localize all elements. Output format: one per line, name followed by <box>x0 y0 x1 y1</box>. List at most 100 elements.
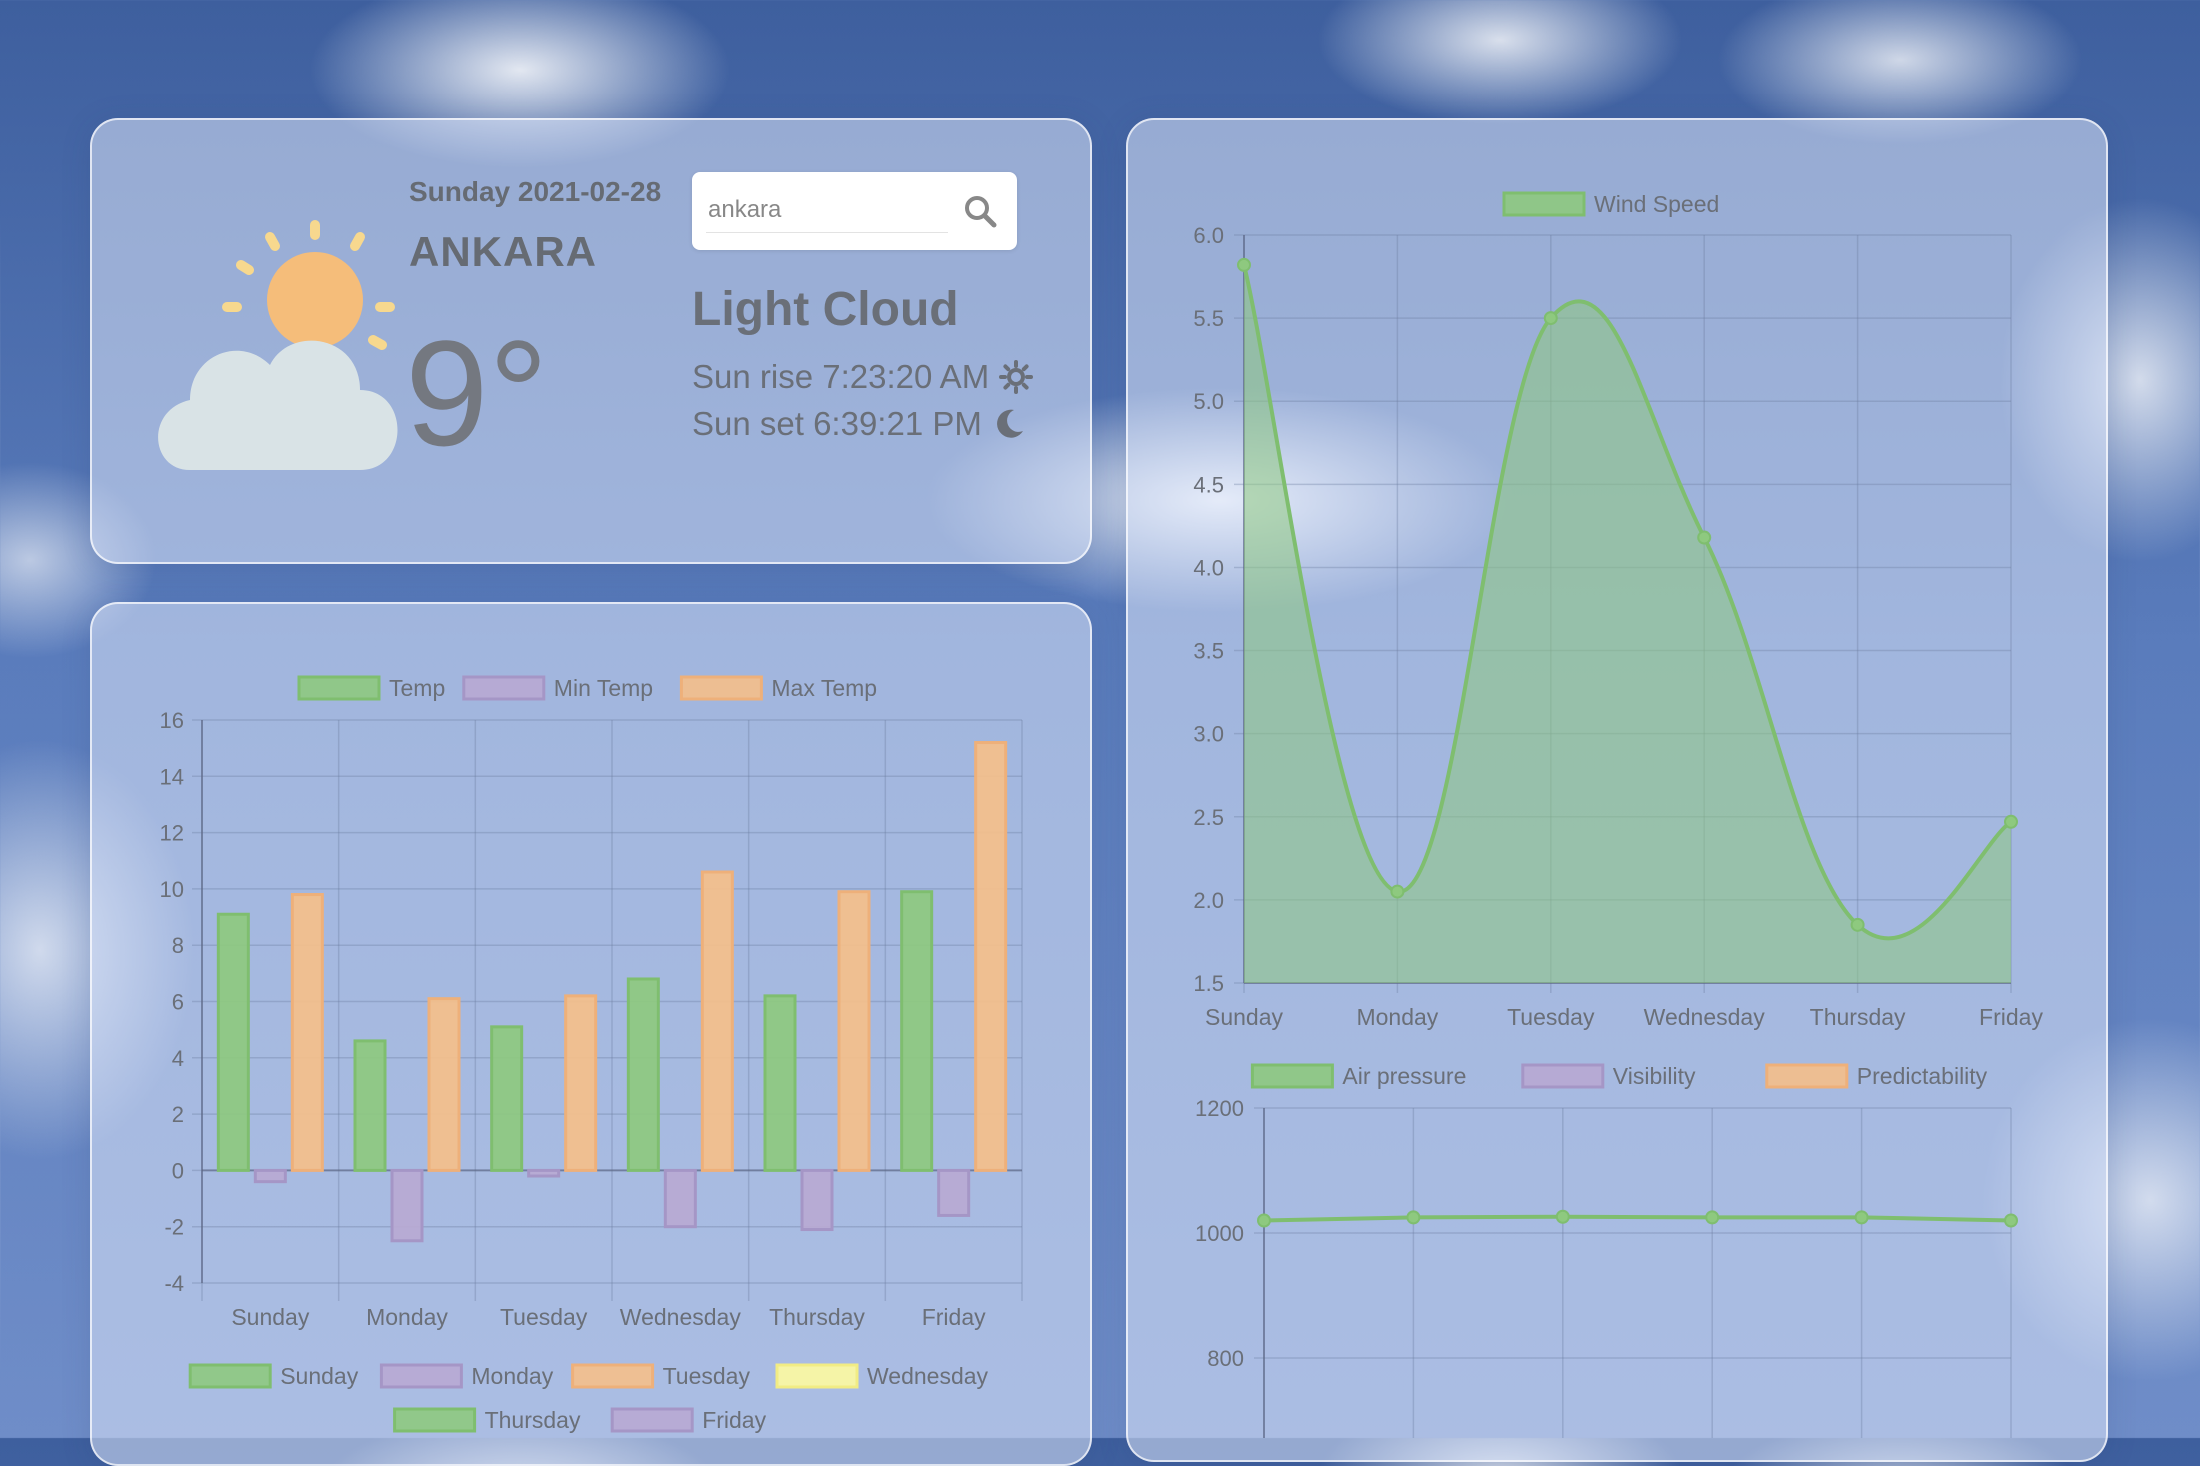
x-tick-label: Thursday <box>769 1304 865 1330</box>
bar-temp <box>900 890 934 1172</box>
wind-speed-point <box>1237 257 1251 272</box>
bar-min-temp <box>800 1168 834 1232</box>
y-tick-label: 1200 <box>1195 1096 1244 1121</box>
search-icon[interactable] <box>963 194 997 228</box>
y-tick-label: 10 <box>160 877 184 902</box>
y-tick-label: 4 <box>172 1046 184 1071</box>
weather-condition: Light Cloud <box>692 283 959 336</box>
legend-label: Thursday <box>485 1407 581 1433</box>
sunrise-time: Sun rise 7:23:20 AM <box>692 358 990 395</box>
y-tick-label: 1.5 <box>1193 971 1224 996</box>
legend-swatch <box>775 1363 859 1389</box>
sunrise-row: Sun rise 7:23:20 AM <box>692 358 1034 396</box>
x-tick-label: Tuesday <box>1507 1004 1595 1030</box>
air-pressure-point <box>1555 1209 1570 1224</box>
bar-min-temp <box>390 1168 424 1243</box>
bar-temp <box>353 1039 387 1172</box>
air-pressure-point <box>2004 1213 2018 1228</box>
x-tick-label: Sunday <box>1205 1004 1284 1030</box>
sunset-time: Sun set 6:39:21 PM <box>692 405 982 442</box>
legend-label: Friday <box>702 1407 766 1433</box>
bar-max-temp <box>974 741 1008 1172</box>
legend-swatch <box>610 1407 694 1433</box>
y-tick-label: 3.5 <box>1193 639 1224 664</box>
y-tick-label: 3.0 <box>1193 722 1224 747</box>
bar-max-temp <box>700 870 734 1172</box>
legend-swatch <box>1521 1063 1605 1089</box>
legend-label: Tuesday <box>663 1363 751 1389</box>
legend-swatch <box>393 1407 477 1433</box>
y-tick-label: 8 <box>172 933 184 958</box>
legend-swatch <box>1765 1063 1849 1089</box>
legend-swatch <box>379 1363 463 1389</box>
y-tick-label: 2.5 <box>1193 805 1224 830</box>
y-tick-label: 4.0 <box>1193 555 1224 580</box>
legend-swatch <box>188 1363 272 1389</box>
legend-label: Wind Speed <box>1594 191 1719 217</box>
bar-min-temp <box>663 1168 697 1229</box>
y-tick-label: 16 <box>160 708 184 733</box>
moon-icon <box>996 409 1023 438</box>
y-tick-label: 4.5 <box>1193 472 1224 497</box>
y-tick-label: 2 <box>172 1102 184 1127</box>
temperature-bar-chart: 16 14 12 10 8 6 4 2 0 -2 -4 Sunday Monday Tuesday Wedn… <box>160 675 1023 1433</box>
air-pressure-point <box>1705 1210 1720 1225</box>
x-tick-label: Sunday <box>231 1304 310 1330</box>
search-box <box>692 172 1017 250</box>
x-tick-label: Thursday <box>1810 1004 1906 1030</box>
legend-swatch <box>679 675 763 701</box>
legend-label: Sunday <box>280 1363 359 1389</box>
x-tick-label: Friday <box>922 1304 986 1330</box>
y-tick-label: 0 <box>172 1158 184 1183</box>
x-tick-label: Tuesday <box>500 1304 588 1330</box>
bar-temp <box>763 994 797 1172</box>
bar-max-temp <box>427 997 461 1172</box>
air-pressure-line <box>1263 1214 2012 1223</box>
bar-temp <box>216 912 250 1172</box>
sunset-row: Sun set 6:39:21 PM <box>692 405 1026 443</box>
y-tick-label: 12 <box>160 821 184 846</box>
bar-min-temp <box>253 1168 287 1184</box>
air-pressure-point <box>1406 1210 1421 1225</box>
wind-speed-chart: 6.0 5.5 5.0 4.5 4.0 3.5 3.0 2.5 2.0 1.5 Sunday Mond… <box>1193 191 2043 1030</box>
y-tick-label: 14 <box>160 764 184 789</box>
air-pressure-chart: 1200 1000 800 Air pressure Visibility Predict… <box>1195 1063 2018 1438</box>
legend-label: Temp <box>389 675 445 701</box>
y-tick-label: 5.0 <box>1193 389 1224 414</box>
wind-speed-point <box>2004 814 2018 829</box>
x-tick-label: Monday <box>366 1304 448 1330</box>
y-tick-label: -2 <box>164 1215 184 1240</box>
sun-behind-cloud-icon <box>158 220 398 470</box>
legend-label: Visibility <box>1613 1063 1696 1089</box>
legend-label: Wednesday <box>867 1363 989 1389</box>
current-temperature: 9° <box>405 309 549 477</box>
legend-label: Air pressure <box>1342 1063 1466 1089</box>
legend-label: Max Temp <box>771 675 877 701</box>
wind-speed-area <box>1244 264 2011 983</box>
x-tick-label: Monday <box>1356 1004 1438 1030</box>
search-input[interactable] <box>706 188 948 233</box>
bar-min-temp <box>937 1168 971 1217</box>
x-tick-label: Friday <box>1979 1004 2043 1030</box>
bar-max-temp <box>564 994 598 1172</box>
y-tick-label: 2.0 <box>1193 888 1224 913</box>
sun-icon <box>999 360 1034 394</box>
y-tick-label: 1000 <box>1195 1221 1244 1246</box>
y-tick-label: 800 <box>1207 1346 1244 1371</box>
legend-swatch <box>571 1363 655 1389</box>
wind-speed-point <box>1697 530 1712 545</box>
air-pressure-point <box>1257 1213 1271 1228</box>
legend-swatch <box>462 675 546 701</box>
air-pressure-point <box>1854 1210 1869 1225</box>
y-tick-label: 5.5 <box>1193 306 1224 331</box>
bar-temp <box>490 1025 524 1172</box>
legend-swatch <box>1502 191 1586 217</box>
y-tick-label: 6.0 <box>1193 223 1224 248</box>
legend-label: Predictability <box>1857 1063 1988 1089</box>
x-tick-label: Wednesday <box>620 1304 742 1330</box>
wind-speed-point <box>1850 917 1865 932</box>
legend-label: Min Temp <box>554 675 653 701</box>
current-date: Sunday 2021-02-28 <box>409 176 662 207</box>
bar-max-temp <box>837 890 871 1172</box>
y-tick-label: -4 <box>164 1271 184 1296</box>
